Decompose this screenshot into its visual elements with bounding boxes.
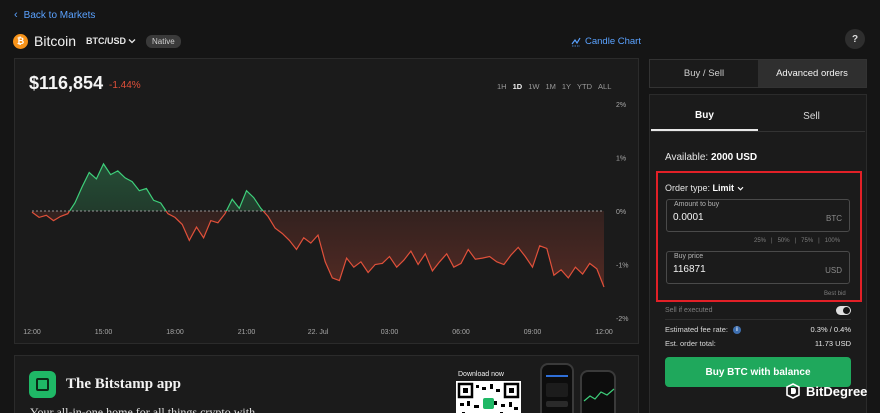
chevron-down-icon — [128, 39, 136, 44]
x-tick-label: 12:00 — [23, 329, 41, 336]
amount-percent-shortcuts: 25% | 50% | 75% | 100% — [754, 238, 840, 244]
x-tick-label: 09:00 — [524, 329, 542, 336]
candle-chart-label: Candle Chart — [585, 36, 641, 47]
x-tick-label: 22. Jul — [308, 329, 329, 336]
phone-mockup-image — [540, 363, 574, 413]
separator: | — [794, 238, 797, 244]
pair-label: BTC/USD — [86, 36, 127, 46]
qr-code-image[interactable] — [456, 381, 521, 413]
order-type-label: Order type: — [665, 183, 711, 193]
section-divider — [665, 319, 851, 320]
amount-label: Amount to buy — [674, 201, 720, 208]
fee-rate-label: Estimated fee rate: — [665, 325, 728, 334]
info-icon[interactable]: i — [732, 325, 741, 334]
available-balance: Available: 2000 USD — [665, 152, 757, 163]
buy-price-field[interactable]: Buy price USD — [666, 251, 850, 284]
tab-buy-sell[interactable]: Buy / Sell — [650, 60, 758, 87]
y-tick-label: -1% — [616, 263, 628, 270]
available-value: 2000 USD — [710, 152, 758, 163]
buy-sell-tabs: Buy Sell — [651, 101, 865, 131]
candle-chart-toggle[interactable]: Candle Chart — [571, 36, 641, 47]
available-label: Available: — [665, 152, 709, 163]
x-tick-label: 15:00 — [95, 329, 113, 336]
percent-75[interactable]: 75% — [801, 238, 813, 244]
promo-subtitle: Your all-in-one home for all things cryp… — [30, 405, 256, 413]
fee-rate-label-row: Estimated fee rate: i — [665, 325, 741, 334]
fee-rate-value: 0.3% / 0.4% — [810, 325, 851, 334]
asset-name: Bitcoin — [34, 33, 77, 49]
x-tick-label: 03:00 — [381, 329, 399, 336]
chart-switch-icon — [571, 37, 581, 46]
chevron-down-icon — [737, 186, 743, 191]
chevron-left-icon: ‹ — [14, 9, 18, 21]
amount-unit: BTC — [826, 214, 842, 223]
bitdegree-logo-icon — [786, 383, 800, 399]
tab-advanced-orders[interactable]: Advanced orders — [758, 60, 866, 87]
x-tick-label: 21:00 — [238, 329, 256, 336]
order-total-label: Est. order total: — [665, 339, 716, 348]
pair-selector[interactable]: BTC/USD — [86, 36, 136, 46]
order-type-selector[interactable]: Order type: Limit — [665, 183, 744, 193]
sell-if-executed-toggle[interactable] — [836, 306, 851, 315]
x-tick-label: 18:00 — [166, 329, 184, 336]
order-total-value: 11.73 USD — [814, 339, 851, 348]
tabs-divider — [651, 131, 865, 132]
buy-price-input[interactable] — [673, 264, 803, 275]
x-tick-label: 06:00 — [452, 329, 470, 336]
help-button[interactable]: ? — [845, 29, 865, 49]
percent-100[interactable]: 100% — [825, 238, 840, 244]
best-bid-link[interactable]: Best bid — [824, 291, 846, 297]
bitstamp-logo — [29, 371, 56, 398]
tab-sell[interactable]: Sell — [758, 101, 865, 131]
y-tick-label: 0% — [616, 209, 626, 216]
back-to-markets-link[interactable]: ‹ Back to Markets — [14, 9, 95, 21]
asset-header: ₿ Bitcoin BTC/USD Native — [13, 33, 181, 49]
y-tick-label: -2% — [616, 316, 628, 323]
back-label: Back to Markets — [23, 9, 96, 21]
phone-mockup-chart-image — [580, 370, 616, 413]
sell-if-executed-label: Sell if executed — [665, 307, 713, 314]
buy-price-label: Buy price — [674, 253, 704, 260]
bitdegree-watermark: BitDegree — [785, 383, 867, 399]
order-type-value: Limit — [712, 183, 735, 193]
x-tick-label: 12:00 — [595, 329, 613, 336]
amount-input[interactable] — [673, 212, 803, 223]
percent-50[interactable]: 50% — [778, 238, 790, 244]
separator: | — [818, 238, 820, 244]
y-tick-label: 1% — [616, 156, 626, 163]
promo-title: The Bitstamp app — [66, 376, 182, 392]
y-tick-label: 2% — [616, 102, 626, 109]
percent-25[interactable]: 25% — [754, 238, 766, 244]
watermark-text: BitDegree — [806, 383, 868, 399]
price-line-chart[interactable]: 2%1%0%-1%-2%12:00 15:00 18:00 21:00 22. Jul 0… — [14, 58, 639, 344]
buy-price-unit: USD — [825, 266, 842, 275]
order-mode-tabs: Buy / Sell Advanced orders — [649, 59, 867, 88]
separator: | — [771, 238, 773, 244]
native-badge: Native — [146, 34, 181, 48]
download-label: Download now — [458, 371, 504, 378]
tab-buy[interactable]: Buy — [651, 101, 758, 131]
bitcoin-icon: ₿ — [13, 33, 28, 49]
amount-field[interactable]: Amount to buy BTC — [666, 199, 850, 232]
